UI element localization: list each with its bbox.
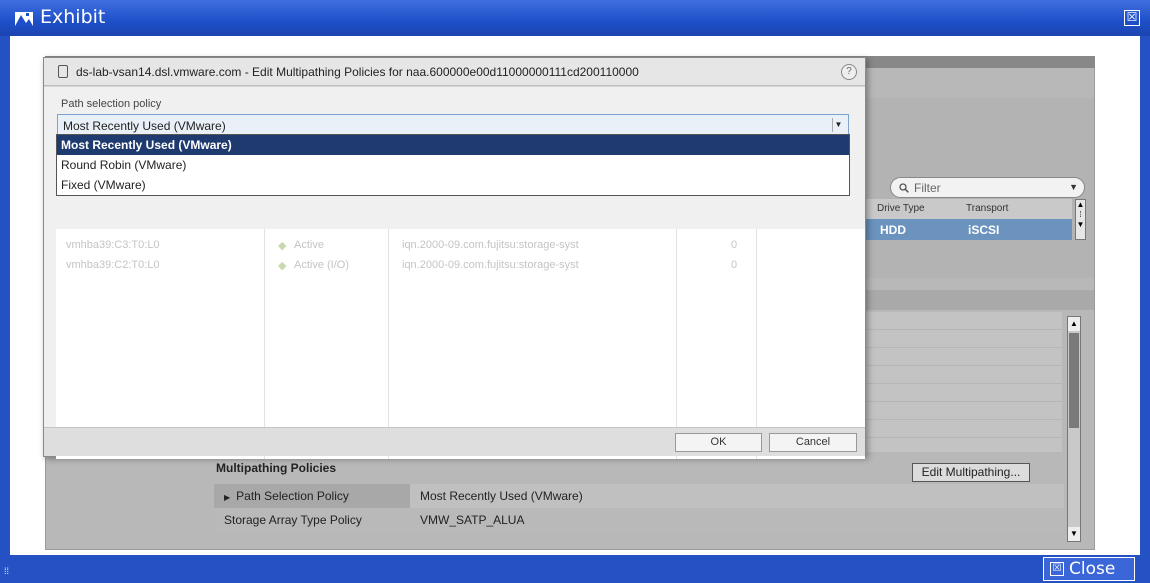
details-scrollbar[interactable]: ▲ ▼ (1067, 316, 1081, 542)
filter-placeholder: Filter (914, 180, 941, 195)
column-header-drive-type[interactable]: Drive Type (877, 203, 925, 214)
dialog-title: ds-lab-vsan14.dsl.vmware.com - Edit Mult… (76, 65, 639, 79)
path-selection-policy-dropdown: Most Recently Used (VMware) Round Robin … (56, 134, 850, 196)
dialog-footer: OK Cancel (44, 427, 865, 456)
path-name: vmhba39:C2:T0:L0 (66, 259, 160, 271)
window-title-bar: Exhibit ☒ (0, 0, 1150, 36)
option-fixed[interactable]: Fixed (VMware) (57, 175, 849, 195)
path-target: iqn.2000-09.com.fujitsu:storage-syst (402, 239, 579, 251)
search-icon (899, 182, 909, 193)
path-lun: 0 (731, 259, 738, 271)
cell-drive-type: HDD (880, 223, 906, 237)
background-details-list (864, 312, 1062, 452)
storage-array-type-policy-label: Storage Array Type Policy (214, 508, 410, 532)
status-active-icon: ◆ (278, 240, 287, 252)
status-active-icon: ◆ (278, 260, 287, 272)
scroll-thumb[interactable] (1069, 333, 1079, 428)
chevron-down-icon[interactable]: ▼ (1069, 182, 1078, 192)
resize-grip-icon[interactable]: ⁞⁞ (4, 566, 9, 576)
devices-table: Drive Type Transport HDD iSCSI (864, 199, 1072, 240)
paths-table: vmhba39:C3:T0:L0 ◆ Active iqn.2000-09.co… (56, 229, 865, 459)
table-row[interactable]: vmhba39:C3:T0:L0 ◆ Active iqn.2000-09.co… (56, 237, 865, 255)
exhibit-icon (15, 12, 33, 26)
chevron-right-icon[interactable]: ▶ (224, 493, 230, 502)
select-value: Most Recently Used (VMware) (63, 119, 226, 133)
table-row[interactable]: vmhba39:C2:T0:L0 ◆ Active (I/O) iqn.2000… (56, 257, 865, 275)
close-button-label: Close (1069, 559, 1116, 579)
policy-label: ▶ Path Selection Policy (214, 484, 410, 508)
storage-array-type-policy-value: VMW_SATP_ALUA (410, 508, 1064, 532)
filter-input[interactable]: Filter ▼ (890, 177, 1085, 198)
cell-transport: iSCSI (968, 223, 1000, 237)
path-selection-policy-value: Most Recently Used (VMware) (410, 484, 1064, 508)
multipathing-policies-title: Multipathing Policies (216, 461, 337, 475)
path-name: vmhba39:C3:T0:L0 (66, 239, 160, 251)
path-selection-policy-label: Path Selection Policy (236, 489, 349, 503)
table-row[interactable]: HDD iSCSI (864, 219, 1072, 240)
dialog-title-bar: ds-lab-vsan14.dsl.vmware.com - Edit Mult… (44, 58, 865, 86)
window-close-icon[interactable]: ☒ (1124, 10, 1140, 26)
close-icon: ☒ (1050, 562, 1064, 576)
window-bottom-bar (0, 555, 1150, 583)
path-selection-policy-label: Path selection policy (61, 98, 162, 110)
scroll-up-icon[interactable]: ▲ (1068, 317, 1080, 331)
edit-multipathing-dialog: ds-lab-vsan14.dsl.vmware.com - Edit Mult… (43, 57, 866, 459)
datastore-icon (58, 65, 68, 78)
multipathing-policies-table: ▶ Path Selection Policy Most Recently Use… (214, 484, 1064, 532)
path-lun: 0 (731, 239, 738, 251)
ok-button[interactable]: OK (675, 433, 762, 452)
window-title: Exhibit (40, 6, 106, 28)
table-row[interactable]: ▶ Path Selection Policy Most Recently Use… (214, 484, 1064, 508)
scroll-down-icon[interactable]: ▼ (1068, 527, 1080, 541)
path-selection-policy-select[interactable]: Most Recently Used (VMware) ▼ (57, 114, 849, 136)
table-row[interactable]: Storage Array Type Policy VMW_SATP_ALUA (214, 508, 1064, 532)
chevron-down-icon[interactable]: ▼ (832, 118, 844, 132)
path-status: Active (I/O) (294, 259, 350, 271)
path-target: iqn.2000-09.com.fujitsu:storage-syst (402, 259, 579, 271)
column-header-transport[interactable]: Transport (966, 203, 1008, 214)
close-button[interactable]: ☒ Close (1043, 557, 1135, 581)
edit-multipathing-button[interactable]: Edit Multipathing... (912, 463, 1030, 482)
devices-table-header: Drive Type Transport (864, 199, 1072, 219)
option-round-robin[interactable]: Round Robin (VMware) (57, 155, 849, 175)
help-icon[interactable]: ? (841, 64, 857, 80)
path-status: Active (294, 239, 324, 251)
cancel-button[interactable]: Cancel (769, 433, 857, 452)
option-most-recently-used[interactable]: Most Recently Used (VMware) (57, 135, 849, 155)
devices-table-scrollbar[interactable]: ▲ ⁞ ▼ (1075, 199, 1086, 240)
